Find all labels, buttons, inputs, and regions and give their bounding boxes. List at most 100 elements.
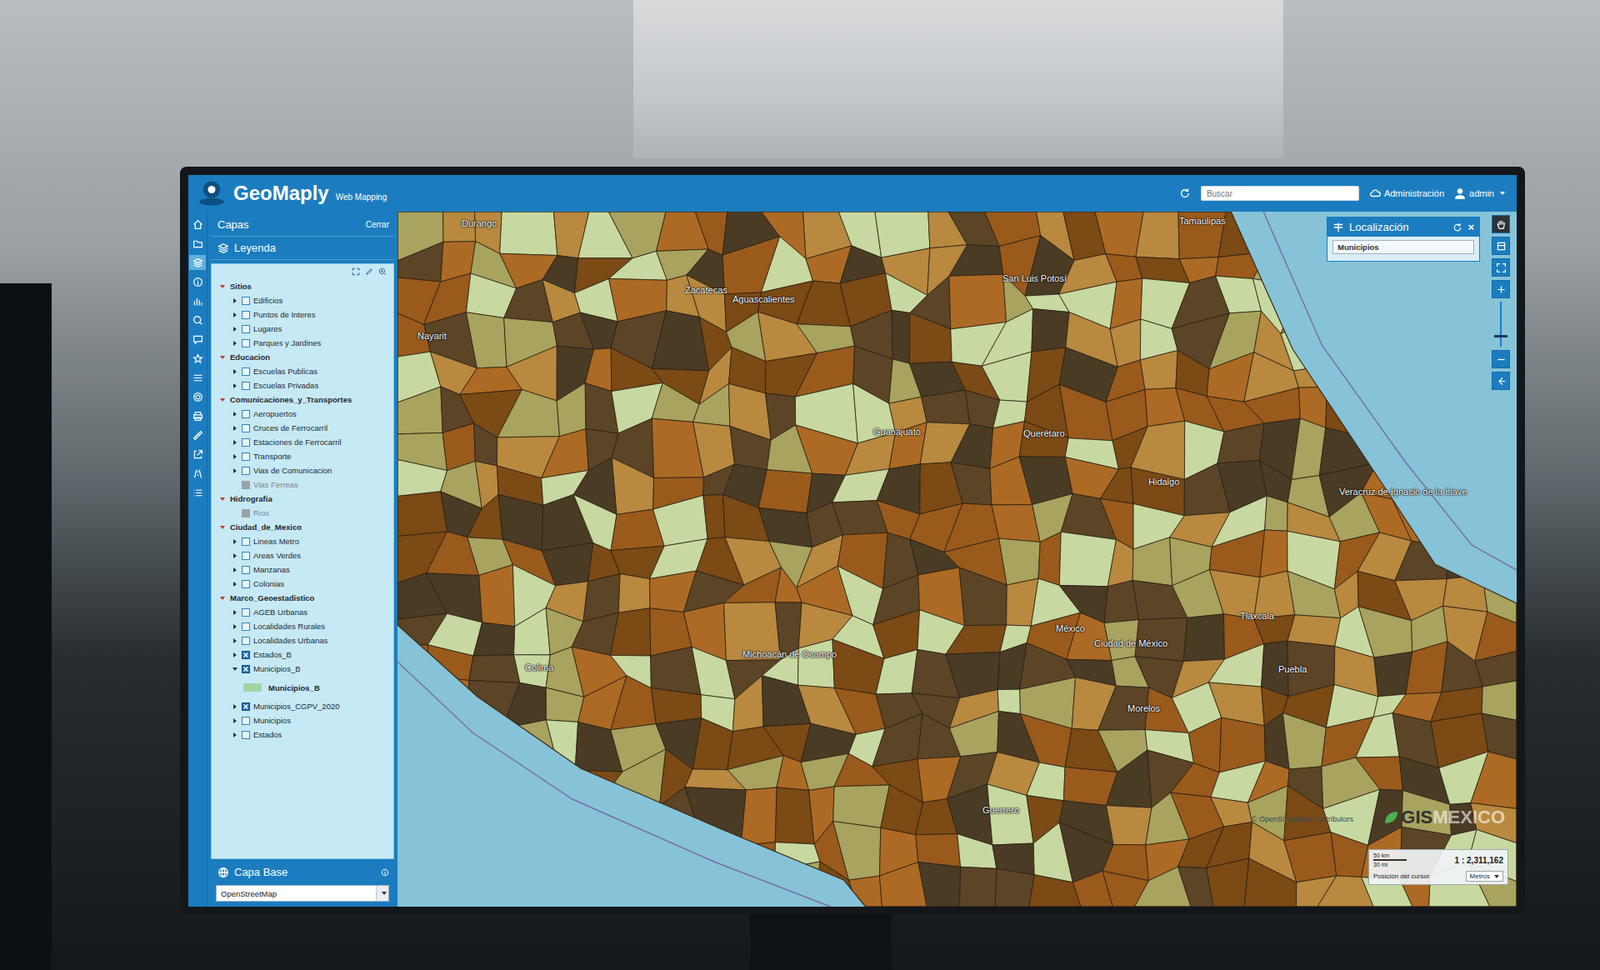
layer-select[interactable]: Municipios — [1332, 240, 1475, 255]
layer-checkbox[interactable] — [241, 325, 250, 334]
municipality[interactable] — [1480, 440, 1517, 480]
expand-icon[interactable] — [351, 267, 360, 276]
municipality[interactable] — [544, 825, 574, 874]
municipality[interactable] — [1038, 531, 1061, 585]
municipality[interactable] — [950, 424, 993, 469]
municipality[interactable] — [1208, 644, 1264, 688]
municipality[interactable] — [397, 645, 430, 680]
municipality[interactable] — [880, 785, 924, 835]
municipality[interactable] — [1480, 320, 1517, 369]
base-layer-select[interactable]: OpenStreetMap — [215, 885, 390, 902]
municipality[interactable] — [991, 505, 1040, 543]
rail-button[interactable] — [189, 293, 206, 309]
expand-arrow-icon[interactable] — [232, 667, 238, 671]
municipality[interactable] — [429, 676, 470, 720]
municipality[interactable] — [498, 823, 551, 873]
expand-arrow-icon[interactable] — [233, 652, 237, 658]
expand-arrow-icon[interactable] — [233, 610, 237, 615]
rail-button[interactable] — [189, 255, 206, 270]
municipality[interactable] — [647, 828, 698, 875]
municipality[interactable] — [1395, 540, 1448, 581]
municipality[interactable] — [1365, 397, 1414, 438]
expand-arrow-icon[interactable] — [220, 596, 225, 600]
municipality[interactable] — [1259, 460, 1292, 503]
municipality[interactable] — [430, 826, 476, 861]
municipality[interactable] — [1287, 570, 1341, 619]
layer-item[interactable]: Estados — [215, 727, 390, 742]
choropleth-map[interactable] — [397, 211, 1517, 907]
municipality[interactable] — [1432, 389, 1490, 441]
layer-checkbox[interactable] — [241, 438, 250, 447]
expand-arrow-icon[interactable] — [220, 497, 225, 501]
zoom-in-button[interactable] — [1491, 280, 1510, 299]
user-menu[interactable]: admin — [1454, 187, 1505, 200]
layer-checkbox[interactable] — [241, 650, 250, 660]
municipality[interactable] — [832, 639, 885, 695]
municipality[interactable] — [618, 574, 650, 614]
municipality[interactable] — [729, 865, 775, 907]
municipality[interactable] — [397, 676, 432, 730]
municipality[interactable] — [1355, 756, 1404, 791]
municipality[interactable] — [1282, 713, 1326, 770]
rail-button[interactable] — [189, 350, 206, 366]
layer-group[interactable]: Comunicaciones_y_Transportes — [215, 392, 390, 407]
expand-arrow-icon[interactable] — [233, 383, 237, 389]
municipality[interactable] — [474, 423, 498, 466]
municipality[interactable] — [695, 211, 728, 255]
expand-arrow-icon[interactable] — [233, 638, 237, 644]
layer-checkbox[interactable] — [241, 339, 250, 348]
municipality[interactable] — [614, 860, 653, 907]
municipality[interactable] — [1355, 350, 1406, 401]
municipality[interactable] — [610, 787, 660, 839]
municipality[interactable] — [732, 675, 764, 732]
municipality[interactable] — [397, 460, 448, 497]
rail-button[interactable] — [189, 465, 206, 481]
municipality[interactable] — [957, 834, 997, 870]
municipality[interactable] — [875, 650, 918, 695]
municipality[interactable] — [981, 351, 1032, 402]
municipality[interactable] — [891, 310, 910, 364]
municipality[interactable] — [740, 787, 777, 845]
municipality[interactable] — [1476, 531, 1517, 589]
municipality[interactable] — [1247, 211, 1300, 252]
layer-item[interactable]: Lineas Metro — [215, 534, 390, 549]
municipality[interactable] — [1209, 530, 1265, 578]
municipality[interactable] — [397, 785, 442, 829]
municipality[interactable] — [1443, 575, 1488, 612]
layer-checkbox[interactable] — [241, 381, 250, 390]
municipality[interactable] — [1355, 331, 1406, 353]
municipality[interactable] — [738, 842, 775, 870]
municipality[interactable] — [1059, 384, 1113, 440]
expand-arrow-icon[interactable] — [233, 454, 237, 460]
municipality[interactable] — [575, 770, 623, 791]
layer-item[interactable]: Colonias — [215, 576, 390, 591]
layer-checkbox[interactable] — [241, 565, 250, 575]
municipality[interactable] — [1293, 366, 1327, 388]
expand-arrow-icon[interactable] — [233, 312, 237, 318]
municipality[interactable] — [465, 312, 507, 369]
municipality[interactable] — [1135, 211, 1180, 260]
municipality[interactable] — [727, 755, 784, 790]
rail-button[interactable] — [189, 370, 206, 385]
info-icon[interactable] — [380, 868, 390, 877]
layer-item[interactable]: Localidades Urbanas — [215, 633, 390, 648]
layer-checkbox[interactable] — [241, 466, 250, 475]
municipality[interactable] — [1488, 389, 1517, 443]
municipality[interactable] — [397, 241, 444, 282]
box-select-button[interactable] — [1491, 236, 1510, 255]
refresh-icon[interactable] — [1179, 187, 1191, 200]
municipality[interactable] — [1140, 350, 1178, 390]
municipality[interactable] — [397, 752, 428, 787]
layer-checkbox[interactable] — [241, 608, 250, 617]
municipality[interactable] — [915, 834, 961, 868]
expand-arrow-icon[interactable] — [233, 425, 237, 431]
rail-button[interactable] — [189, 408, 206, 424]
layer-checkbox[interactable] — [241, 551, 250, 560]
layer-checkbox[interactable] — [241, 730, 250, 740]
municipality[interactable] — [1476, 504, 1517, 553]
municipality[interactable] — [427, 645, 474, 681]
previous-extent-button[interactable] — [1491, 371, 1510, 390]
layer-item[interactable]: Cruces de Ferrocarril — [215, 420, 390, 435]
layer-checkbox[interactable] — [241, 702, 250, 711]
rail-button[interactable] — [189, 485, 206, 500]
